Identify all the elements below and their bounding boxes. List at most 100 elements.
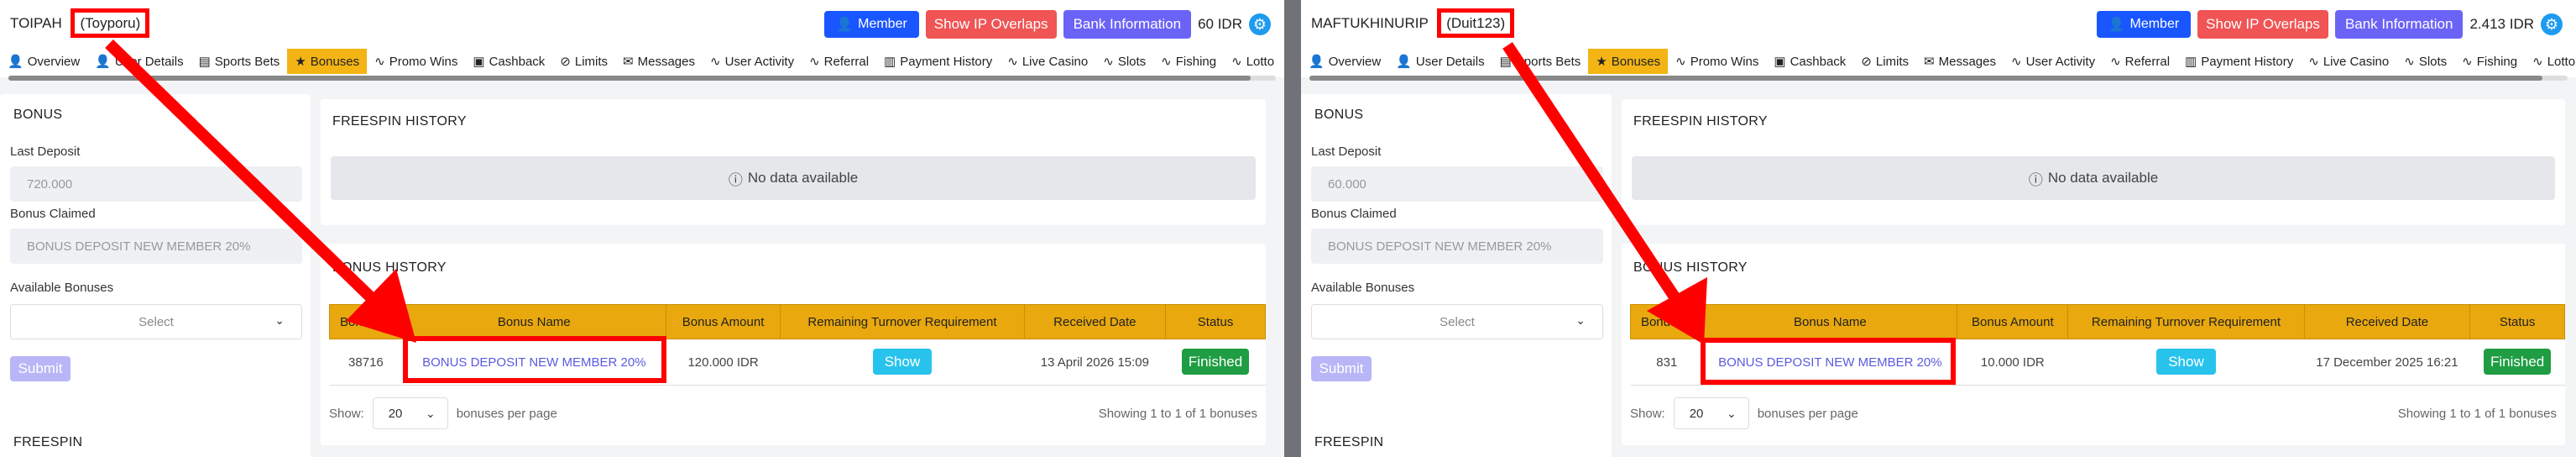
tab-messages[interactable]: ✉ Messages xyxy=(1916,49,2004,74)
tab-bonuses[interactable]: ★ Bonuses xyxy=(287,49,368,74)
show-turnover-button[interactable]: Show xyxy=(872,349,933,375)
last-deposit-field: 720.000 xyxy=(10,166,302,202)
tab-lotto[interactable]: ∿ Lotto xyxy=(1224,49,1282,74)
tab-scrollbar[interactable] xyxy=(1309,76,2568,81)
user-icon: 👤 xyxy=(95,55,111,69)
tab-user-details[interactable]: 👤 User Details xyxy=(1388,49,1492,74)
bonus-history-title: BONUS HISTORY xyxy=(1633,260,1748,275)
page-size-value: 20 xyxy=(388,406,403,421)
status-badge: Finished xyxy=(2484,349,2552,375)
tab-label: Slots xyxy=(1117,54,1147,69)
tab-scrollbar[interactable] xyxy=(8,76,1276,81)
status-badge: Finished xyxy=(1181,349,1250,375)
tab-slots[interactable]: ∿ Slots xyxy=(1095,49,1153,74)
tab-limits[interactable]: ⊘ Limits xyxy=(552,49,615,74)
chevron-down-icon: ⌄ xyxy=(1726,407,1737,420)
select-value: Select xyxy=(138,314,174,329)
scrollbar-thumb[interactable] xyxy=(8,76,1251,81)
no-data-text: No data available xyxy=(2047,170,2159,186)
user-icon: 👤 xyxy=(1309,55,1325,69)
submit-button[interactable]: Submit xyxy=(1311,356,1372,381)
status-cell: Finished xyxy=(1165,339,1266,386)
tab-cashback[interactable]: ▣ Cashback xyxy=(465,49,552,74)
bonus-card: BONUS Last Deposit 60.000 Bonus Claimed … xyxy=(1301,94,1612,432)
tab-label: Cashback xyxy=(489,54,546,69)
tab-live-casino[interactable]: ∿ Live Casino xyxy=(1000,49,1095,74)
highlight-box xyxy=(403,336,666,383)
available-bonuses-label: Available Bonuses xyxy=(1311,281,1415,295)
col-remaining-turnover: Remaining Turnover Requirement xyxy=(2067,304,2305,339)
bank-information-button[interactable]: Bank Information xyxy=(1063,10,1192,39)
tab-label: Messages xyxy=(637,54,695,69)
header: MAFTUKHINURIP (Duit123) 👤 Member Show IP … xyxy=(1301,0,2576,49)
right-panel: MAFTUKHINURIP (Duit123) 👤 Member Show IP … xyxy=(1301,0,2576,457)
user-icon: 👤 xyxy=(1396,55,1412,69)
tab-label: Lotto xyxy=(2547,54,2576,69)
book-icon: ▤ xyxy=(1499,55,1512,69)
tab-limits[interactable]: ⊘ Limits xyxy=(1853,49,1916,74)
activity-icon: ∿ xyxy=(1103,55,1114,69)
tab-user-details[interactable]: 👤 User Details xyxy=(87,49,191,74)
tab-overview[interactable]: 👤 Overview xyxy=(1301,49,1388,74)
tab-payment-history[interactable]: ▥ Payment History xyxy=(876,49,1000,74)
show-turnover-button[interactable]: Show xyxy=(2156,349,2216,375)
tab-messages[interactable]: ✉ Messages xyxy=(615,49,703,74)
col-status: Status xyxy=(1165,304,1266,339)
tab-slots[interactable]: ∿ Slots xyxy=(2396,49,2454,74)
tab-sports-bets[interactable]: ▤ Sports Bets xyxy=(191,49,288,74)
tab-overview[interactable]: 👤 Overview xyxy=(0,49,87,74)
book-icon: ▤ xyxy=(198,55,211,69)
tab-label: Bonuses xyxy=(310,54,360,69)
tab-cashback[interactable]: ▣ Cashback xyxy=(1766,49,1853,74)
received-date-cell: 17 December 2025 16:21 xyxy=(2304,339,2470,386)
tab-fishing[interactable]: ∿ Fishing xyxy=(2454,49,2525,74)
bonus-claimed-label: Bonus Claimed xyxy=(1311,207,1397,221)
status-cell: Finished xyxy=(2469,339,2565,386)
submit-button[interactable]: Submit xyxy=(10,356,71,381)
col-bonus-id: Bonus ID xyxy=(329,304,403,339)
scrollbar-thumb[interactable] xyxy=(1309,76,2543,81)
table-header-row: Bonus ID Bonus Name Bonus Amount Remaini… xyxy=(329,304,1266,339)
page-size-select[interactable]: 20 ⌄ xyxy=(1673,397,1749,429)
tab-promo-wins[interactable]: ∿ Promo Wins xyxy=(367,49,465,74)
tab-promo-wins[interactable]: ∿ Promo Wins xyxy=(1668,49,1766,74)
tab-fishing[interactable]: ∿ Fishing xyxy=(1153,49,1224,74)
col-bonus-id: Bonus ID xyxy=(1630,304,1704,339)
member-button[interactable]: 👤 Member xyxy=(2096,11,2192,38)
tab-label: Fishing xyxy=(2476,54,2518,69)
available-bonuses-select[interactable]: Select ⌄ xyxy=(1311,304,1603,339)
show-ip-overlaps-button[interactable]: Show IP Overlaps xyxy=(2197,10,2328,39)
bank-information-button[interactable]: Bank Information xyxy=(2334,10,2464,39)
member-label: Member xyxy=(2129,17,2180,31)
tab-label: Payment History xyxy=(900,54,993,69)
tab-label: Slots xyxy=(2418,54,2448,69)
gear-icon[interactable]: ⚙ xyxy=(2541,13,2563,35)
available-bonuses-label: Available Bonuses xyxy=(10,281,114,295)
available-bonuses-select[interactable]: Select ⌄ xyxy=(10,304,302,339)
freespin-history-card: FREESPIN HISTORY ⓘ No data available xyxy=(1622,99,2565,225)
gear-icon[interactable]: ⚙ xyxy=(1249,13,1271,35)
username-text: TOIPAH xyxy=(10,15,62,31)
tab-referral[interactable]: ∿ Referral xyxy=(802,49,876,74)
freespin-title: FREESPIN xyxy=(13,435,83,449)
member-button[interactable]: 👤 Member xyxy=(824,11,919,38)
no-data-text: No data available xyxy=(747,170,859,186)
tab-live-casino[interactable]: ∿ Live Casino xyxy=(2301,49,2396,74)
turnover-cell: Show xyxy=(780,339,1025,386)
page-size-select[interactable]: 20 ⌄ xyxy=(372,397,448,429)
tab-referral[interactable]: ∿ Referral xyxy=(2103,49,2177,74)
tab-label: Limits xyxy=(1875,54,1910,69)
tab-bonuses[interactable]: ★ Bonuses xyxy=(1588,49,1669,74)
activity-icon: ∿ xyxy=(2011,55,2022,69)
tab-user-activity[interactable]: ∿ User Activity xyxy=(703,49,802,74)
show-ip-overlaps-button[interactable]: Show IP Overlaps xyxy=(925,10,1057,39)
tab-sports-bets[interactable]: ▤ Sports Bets xyxy=(1492,49,1589,74)
tab-lotto[interactable]: ∿ Lotto xyxy=(2525,49,2576,74)
last-deposit-field: 60.000 xyxy=(1311,166,1603,202)
no-data-notice: ⓘ No data available xyxy=(1632,156,2555,200)
tab-user-activity[interactable]: ∿ User Activity xyxy=(2004,49,2103,74)
bonus-amount-cell: 120.000 IDR xyxy=(666,339,781,386)
username: TOIPAH (Toyporu) xyxy=(10,8,150,38)
tab-payment-history[interactable]: ▥ Payment History xyxy=(2177,49,2301,74)
received-date-cell: 13 April 2026 15:09 xyxy=(1024,339,1166,386)
